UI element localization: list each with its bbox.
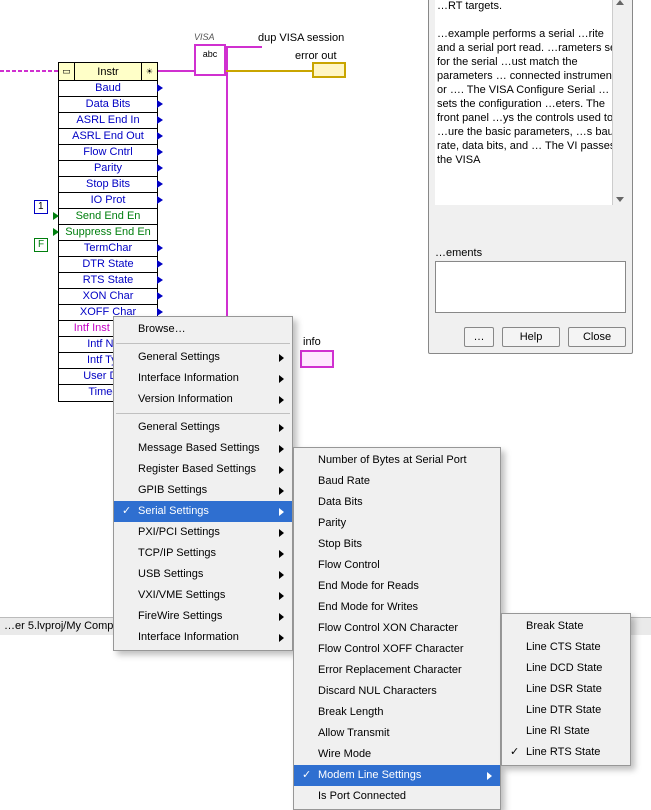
menu-item[interactable]: Flow Control XOFF Character — [294, 639, 500, 660]
menu-item[interactable]: Browse… — [114, 319, 292, 340]
error-out-terminal[interactable] — [312, 62, 346, 78]
requirements-box — [435, 261, 626, 313]
info-subvi[interactable] — [300, 350, 334, 368]
property-row[interactable]: Flow Cntrl — [59, 145, 157, 161]
star-icon: ☀ — [141, 63, 157, 80]
menu-item[interactable]: End Mode for Writes — [294, 597, 500, 618]
menu-item[interactable]: Register Based Settings — [114, 459, 292, 480]
numeric-constant[interactable]: 1 — [34, 200, 48, 214]
menu-item[interactable]: Discard NUL Characters — [294, 681, 500, 702]
menu-item[interactable]: General Settings — [114, 347, 292, 368]
menu-item[interactable]: Serial Settings — [114, 501, 292, 522]
requirements-label: …ements — [435, 247, 626, 259]
property-node-header[interactable]: ▭ Instr ☀ — [59, 63, 157, 81]
property-row[interactable]: Send End En — [59, 209, 157, 225]
menu-item[interactable]: TCP/IP Settings — [114, 543, 292, 564]
menu-item[interactable]: FireWire Settings — [114, 606, 292, 627]
menu-item[interactable]: Line DCD State — [502, 658, 630, 679]
menu-item[interactable]: Modem Line Settings — [294, 765, 500, 786]
menu-item[interactable]: Is Port Connected — [294, 786, 500, 807]
property-row[interactable]: XON Char — [59, 289, 157, 305]
menu-item[interactable]: Interface Information — [114, 368, 292, 389]
label-dup-session: dup VISA session — [258, 32, 344, 44]
property-row[interactable]: IO Prot — [59, 193, 157, 209]
help-button[interactable]: Help — [502, 327, 560, 347]
menu-item[interactable]: GPIB Settings — [114, 480, 292, 501]
wire — [158, 70, 194, 72]
menu-item[interactable]: Flow Control — [294, 555, 500, 576]
more-button[interactable]: … — [464, 327, 494, 347]
property-context-menu[interactable]: Browse…General SettingsInterface Informa… — [113, 316, 293, 651]
menu-item[interactable]: General Settings — [114, 417, 292, 438]
property-row[interactable]: ASRL End Out — [59, 129, 157, 145]
menu-separator — [116, 413, 290, 414]
menu-item[interactable]: Interface Information — [114, 627, 292, 648]
visa-caption: VISA — [194, 32, 215, 42]
menu-item[interactable]: Line DTR State — [502, 700, 630, 721]
menu-item[interactable]: Number of Bytes at Serial Port — [294, 450, 500, 471]
class-glyph: ▭ — [59, 63, 75, 80]
menu-item[interactable]: VXI/VME Settings — [114, 585, 292, 606]
diagram-canvas[interactable]: dup VISA session error out VISA abc ▭ In… — [0, 0, 651, 755]
property-row[interactable]: TermChar — [59, 241, 157, 257]
menu-item[interactable]: Line CTS State — [502, 637, 630, 658]
property-row[interactable]: Data Bits — [59, 97, 157, 113]
close-button[interactable]: Close — [568, 327, 626, 347]
menu-item[interactable]: Parity — [294, 513, 500, 534]
menu-item[interactable]: Break Length — [294, 702, 500, 723]
property-row[interactable]: DTR State — [59, 257, 157, 273]
menu-item[interactable]: Line RTS State — [502, 742, 630, 763]
info-label: info — [303, 336, 321, 348]
property-row[interactable]: Suppress End En — [59, 225, 157, 241]
menu-item[interactable]: Data Bits — [294, 492, 500, 513]
boolean-constant[interactable]: F — [34, 238, 48, 252]
menu-item[interactable]: Flow Control XON Character — [294, 618, 500, 639]
menu-item[interactable]: PXI/PCI Settings — [114, 522, 292, 543]
wire — [0, 70, 58, 72]
context-help-window[interactable]: …RT targets. …example performs a serial … — [428, 0, 633, 354]
menu-item[interactable]: End Mode for Reads — [294, 576, 500, 597]
serial-settings-submenu[interactable]: Number of Bytes at Serial PortBaud RateD… — [293, 447, 501, 810]
menu-item[interactable]: Line RI State — [502, 721, 630, 742]
menu-item[interactable]: Break State — [502, 616, 630, 637]
menu-item[interactable]: Allow Transmit — [294, 723, 500, 744]
property-row[interactable]: Stop Bits — [59, 177, 157, 193]
property-row[interactable]: Baud — [59, 81, 157, 97]
wire — [226, 70, 312, 72]
wire — [226, 46, 262, 48]
menu-item[interactable]: Error Replacement Character — [294, 660, 500, 681]
modem-line-submenu[interactable]: Break StateLine CTS StateLine DCD StateL… — [501, 613, 631, 766]
menu-item[interactable]: Version Information — [114, 389, 292, 410]
menu-item[interactable]: USB Settings — [114, 564, 292, 585]
menu-item[interactable]: Stop Bits — [294, 534, 500, 555]
property-row[interactable]: RTS State — [59, 273, 157, 289]
property-row[interactable]: Parity — [59, 161, 157, 177]
property-row[interactable]: ASRL End In — [59, 113, 157, 129]
visa-abc-text: abc — [196, 49, 224, 60]
visa-node[interactable]: VISA abc — [194, 44, 226, 76]
scrollbar[interactable] — [612, 0, 626, 205]
class-name: Instr — [75, 63, 141, 80]
help-description: …RT targets. …example performs a serial … — [435, 0, 626, 205]
menu-item[interactable]: Line DSR State — [502, 679, 630, 700]
menu-item[interactable]: Baud Rate — [294, 471, 500, 492]
label-error-out: error out — [295, 50, 337, 62]
menu-separator — [116, 343, 290, 344]
menu-item[interactable]: Message Based Settings — [114, 438, 292, 459]
